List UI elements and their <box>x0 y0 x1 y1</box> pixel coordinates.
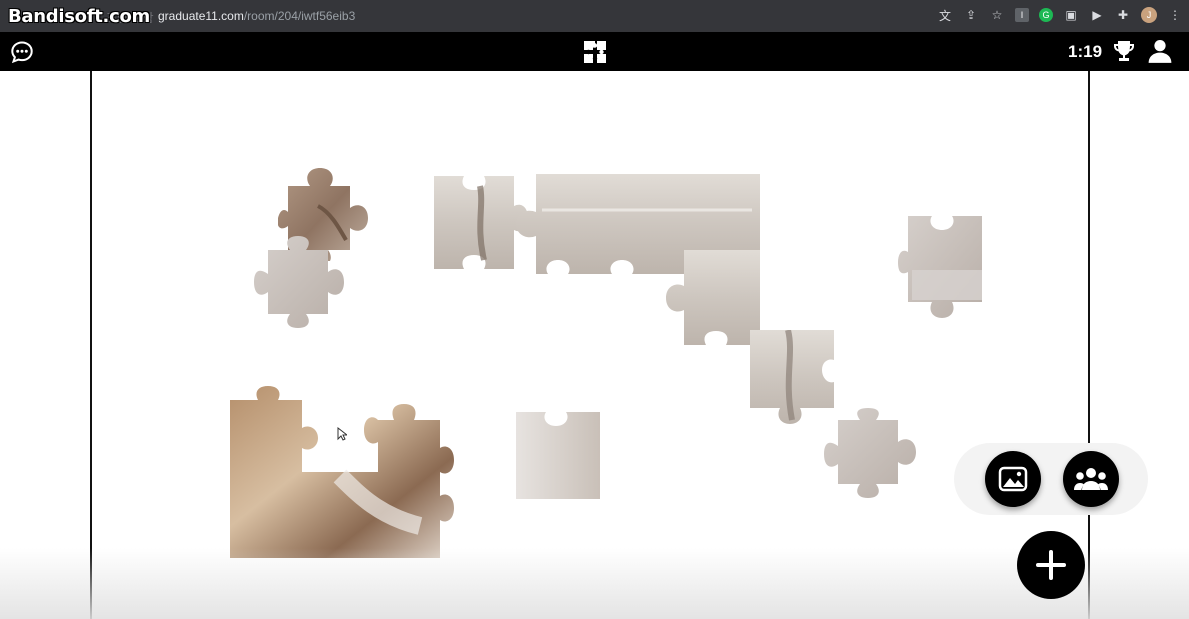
plus-icon <box>1036 550 1066 580</box>
action-panel <box>954 443 1148 515</box>
chat-bubble-icon[interactable] <box>10 40 34 64</box>
star-icon[interactable]: ☆ <box>989 7 1005 23</box>
video-icon[interactable]: ▶ <box>1089 7 1105 23</box>
grammarly-icon[interactable]: G <box>1039 8 1053 22</box>
puzzle-piece[interactable] <box>824 408 918 503</box>
profile-avatar[interactable]: J <box>1141 7 1157 23</box>
puzzle-piece[interactable] <box>230 386 480 558</box>
add-button[interactable] <box>1017 531 1085 599</box>
app-header: 1:19 <box>0 32 1189 71</box>
watermark: Bandisoft.com <box>8 6 150 27</box>
image-icon <box>998 466 1028 492</box>
players-button[interactable] <box>1063 451 1119 507</box>
browser-actions: 文 ⇪ ☆ I G ▣ ▶ ✚ J ⋮ <box>937 7 1183 23</box>
share-icon[interactable]: ⇪ <box>963 7 979 23</box>
puzzle-piece[interactable] <box>898 216 984 318</box>
board-bottom-fade <box>0 548 1189 619</box>
address-bar[interactable]: graduate11.com/room/204/iwtf56eib3 <box>158 9 355 23</box>
puzzle-extensions-icon[interactable]: ✚ <box>1115 7 1131 23</box>
url-host: graduate11.com <box>158 9 244 23</box>
board-left-edge <box>90 71 92 619</box>
trophy-icon[interactable] <box>1112 39 1136 63</box>
group-icon <box>1074 468 1108 490</box>
url-path: /room/204/iwtf56eib3 <box>243 9 356 23</box>
puzzle-piece[interactable] <box>664 250 760 345</box>
screen-icon[interactable]: ▣ <box>1063 7 1079 23</box>
user-icon[interactable] <box>1147 38 1173 64</box>
game-timer: 1:19 <box>1068 42 1103 61</box>
image-preview-button[interactable] <box>985 451 1041 507</box>
puzzle-piece[interactable] <box>516 412 602 499</box>
browser-toolbar: 조인 오함 graduate11.com/room/204/iwtf56eib3… <box>0 0 1189 32</box>
translate-icon[interactable]: 文 <box>937 7 953 23</box>
mouse-cursor-icon <box>337 427 347 441</box>
kebab-menu-icon[interactable]: ⋮ <box>1167 7 1183 23</box>
board-right-edge <box>1088 71 1090 619</box>
puzzle-logo-icon <box>584 41 606 63</box>
puzzle-piece[interactable] <box>254 236 356 332</box>
extension-box-icon[interactable]: I <box>1015 8 1029 22</box>
